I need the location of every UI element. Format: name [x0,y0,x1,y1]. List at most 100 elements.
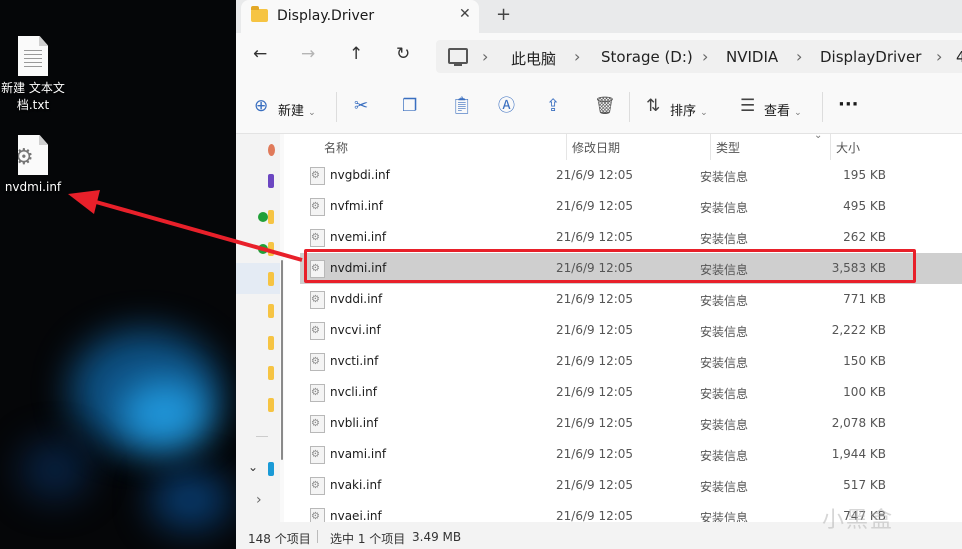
setup-info-file-icon [310,384,325,402]
desktop-icon-nvdmi[interactable]: ⚙ nvdmi.inf [0,135,69,196]
file-size: 517 KB [843,478,886,492]
file-size: 1,944 KB [831,447,886,461]
breadcrumb-storage-d[interactable]: Storage (D:) [601,48,693,66]
breadcrumb-nvidia[interactable]: NVIDIA [726,48,778,66]
cut-icon[interactable]: ✂ [354,97,368,115]
title-bar: Display.Driver ✕ + [236,0,962,33]
file-date: 21/6/9 12:05 [556,292,634,306]
file-date: 21/6/9 12:05 [556,354,634,368]
back-arrow-icon[interactable]: ← [253,44,267,64]
file-type: 安装信息 [700,232,749,246]
file-row[interactable]: nvami.inf 21/6/9 12:05 安装信息 1,944 KB [300,439,962,470]
setup-info-file-icon [310,508,325,522]
new-button-label: 新建 [278,104,305,119]
file-type: 安装信息 [700,418,749,432]
setup-info-file-icon [310,291,325,309]
file-type: 安装信息 [700,356,749,370]
folder-icon[interactable] [268,366,274,380]
file-row[interactable]: nvddi.inf 21/6/9 12:05 安装信息 771 KB [300,284,962,315]
new-tab-button[interactable]: + [496,4,511,25]
file-size: 771 KB [843,292,886,306]
new-button[interactable]: 新建 ⌄ [278,100,316,119]
file-size: 2,222 KB [831,323,886,337]
file-row[interactable]: nvfmi.inf 21/6/9 12:05 安装信息 495 KB [300,191,962,222]
folder-icon[interactable] [268,304,274,318]
paste-icon[interactable]: 📋︎ [451,97,473,115]
breadcrumb-displaydriver[interactable]: DisplayDriver [820,48,921,66]
delete-trash-icon[interactable]: 🗑︎ [594,97,616,115]
sort-button[interactable]: 排序 ⌄ [670,100,708,119]
desktop: 新建 文本文档.txt ⚙ nvdmi.inf [0,0,236,549]
file-row[interactable]: nvcti.inf 21/6/9 12:05 安装信息 150 KB [300,346,962,377]
folder-icon [251,6,268,22]
tab-title: Display.Driver [277,8,375,24]
column-header-date[interactable]: 修改日期 [572,139,620,156]
breadcrumb-version[interactable]: 4 [956,48,962,66]
chevron-down-icon[interactable]: ⌄ [248,460,258,474]
nav-item-icon[interactable] [268,462,274,476]
folder-icon[interactable] [268,272,274,286]
file-row[interactable]: nvbli.inf 21/6/9 12:05 安装信息 2,078 KB [300,408,962,439]
file-type: 安装信息 [700,449,749,463]
view-icon[interactable]: ☰ [740,97,755,115]
chevron-right-icon[interactable]: › [256,492,262,508]
file-name: nvcti.inf [330,354,379,368]
sync-check-icon [258,212,268,222]
selection-size: 3.49 MB [412,530,462,544]
file-size: 100 KB [843,385,886,399]
folder-icon[interactable] [268,336,274,350]
close-tab-icon[interactable]: ✕ [459,6,471,22]
copy-icon[interactable]: ❐ [402,97,417,115]
chevron-right-icon: › [796,47,803,66]
rename-icon[interactable]: Ⓐ [498,97,515,115]
share-icon[interactable]: ⇪ [546,97,560,115]
file-row[interactable]: nvcli.inf 21/6/9 12:05 安装信息 100 KB [300,377,962,408]
file-name: nvbli.inf [330,416,378,430]
folder-icon[interactable] [268,242,274,256]
file-row[interactable]: nvgbdi.inf 21/6/9 12:05 安装信息 195 KB [300,160,962,191]
forward-arrow-icon[interactable]: → [301,44,315,64]
column-header-name[interactable]: 名称 [324,139,348,156]
text-file-icon [18,36,48,76]
view-button[interactable]: 查看 ⌄ [764,100,802,119]
file-size: 495 KB [843,199,886,213]
folder-icon[interactable] [268,210,274,224]
more-options-button[interactable]: ··· [838,94,859,115]
column-header-size[interactable]: 大小 [836,139,860,156]
file-name: nvemi.inf [330,230,387,244]
file-row[interactable]: nvemi.inf 21/6/9 12:05 安装信息 262 KB [300,222,962,253]
breadcrumb-this-pc[interactable]: 此电脑 [511,48,556,69]
file-row[interactable]: nvaki.inf 21/6/9 12:05 安装信息 517 KB [300,470,962,501]
file-type: 安装信息 [700,201,749,215]
setup-info-file-icon [310,477,325,495]
column-header-type[interactable]: 类型 [716,139,740,156]
desktop-icon-text-file[interactable]: 新建 文本文档.txt [0,36,69,114]
nav-item-icon[interactable] [268,174,274,188]
file-list: ⌄ 名称 修改日期 类型 大小 nvgbdi.inf 21/6/9 12:05 安装… [284,134,962,522]
file-row[interactable]: nvdmi.inf 21/6/9 12:05 安装信息 3,583 KB [300,253,962,284]
file-row[interactable]: nvcvi.inf 21/6/9 12:05 安装信息 2,222 KB [300,315,962,346]
up-arrow-icon[interactable]: ↑ [349,44,363,64]
file-type: 安装信息 [700,294,749,308]
file-size: 150 KB [843,354,886,368]
breadcrumb[interactable]: › 此电脑 › Storage (D:) › NVIDIA › DisplayD… [436,40,962,73]
file-date: 21/6/9 12:05 [556,478,634,492]
column-header-row: ⌄ 名称 修改日期 类型 大小 [284,134,962,160]
chevron-right-icon: › [574,47,581,66]
chevron-right-icon: › [482,47,489,66]
gear-icon: ⚙ [14,145,34,170]
setup-info-file-icon [310,198,325,216]
sort-button-label: 排序 [670,104,697,119]
sort-icon[interactable]: ⇅ [646,97,660,115]
file-name: nvcli.inf [330,385,377,399]
computer-icon [448,48,468,66]
file-type: 安装信息 [700,480,749,494]
refresh-icon[interactable]: ↻ [396,44,410,64]
file-type: 安装信息 [700,325,749,339]
tab-display-driver[interactable]: Display.Driver ✕ [241,0,479,33]
new-plus-icon[interactable]: ⊕ [254,97,268,115]
sort-caret-icon: ⌄ [814,134,823,141]
file-date: 21/6/9 12:05 [556,168,634,182]
nav-item-icon[interactable] [268,144,275,156]
folder-icon[interactable] [268,398,274,412]
